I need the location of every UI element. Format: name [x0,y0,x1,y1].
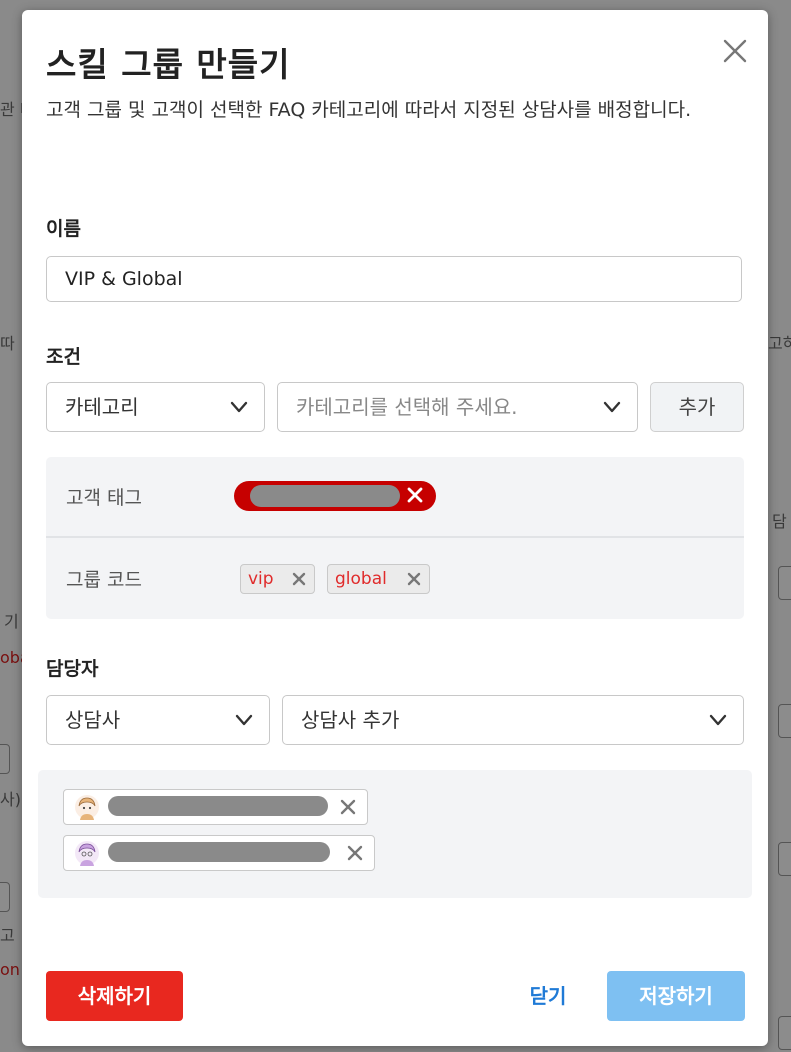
condition-type-select[interactable]: 카테고리 [46,382,265,432]
condition-panel: 고객 태그 그룹 코드 vip global [46,457,744,619]
background-text: 담 [772,512,787,531]
condition-type-value: 카테고리 [65,395,139,419]
agent-select[interactable]: 상담사 추가 [282,695,744,745]
customer-tag-label: 고객 태그 [66,487,142,509]
remove-tag-icon[interactable] [291,571,307,587]
create-skill-group-modal: 스킬 그룹 만들기 고객 그룹 및 고객이 선택한 FAQ 카테고리에 따라서 … [22,10,768,1046]
group-code-tag: vip [240,564,315,594]
remove-agent-icon[interactable] [339,798,357,816]
background-control [778,842,791,876]
background-text: 고 [0,926,15,945]
assignee-label: 담당자 [46,658,99,680]
delete-button[interactable]: 삭제하기 [46,971,183,1021]
chevron-down-icon [709,714,727,726]
divider [46,536,744,538]
category-select-placeholder: 카테고리를 선택해 주세요. [296,395,518,419]
background-control [778,704,791,738]
remove-agent-icon[interactable] [346,844,364,862]
chevron-down-icon [235,714,253,726]
remove-tag-icon[interactable] [404,484,426,506]
background-control [778,566,791,600]
background-control [778,1016,791,1050]
background-text: on [0,960,20,979]
chevron-down-icon [603,401,621,413]
chevron-down-icon [230,401,248,413]
avatar-icon [75,795,99,820]
group-code-label: 그룹 코드 [66,569,142,591]
avatar-icon [75,841,99,866]
background-text: 따 [0,334,15,353]
name-input[interactable]: VIP & Global [46,256,742,302]
name-label: 이름 [46,218,81,240]
add-condition-button[interactable]: 추가 [650,382,744,432]
agent-chip [63,835,375,871]
background-control [0,744,10,774]
close-text-button[interactable]: 닫기 [508,971,588,1021]
group-code-tag: global [327,564,430,594]
agent-chip [63,789,368,825]
background-text: 고하 [768,334,791,353]
redacted-text [108,796,328,816]
assignee-type-select[interactable]: 상담사 [46,695,270,745]
background-control [0,882,10,912]
background-text: 기 [4,612,19,631]
condition-label: 조건 [46,346,81,368]
modal-description: 고객 그룹 및 고객이 선택한 FAQ 카테고리에 따라서 지정된 상담사를 배… [46,99,692,121]
agent-select-placeholder: 상담사 추가 [301,708,400,732]
modal-title: 스킬 그룹 만들기 [46,45,291,84]
redacted-text [250,485,400,507]
redacted-text [108,842,330,862]
remove-tag-icon[interactable] [406,571,422,587]
assigned-agents-panel [38,770,752,898]
customer-tag-chip [234,481,436,511]
assignee-type-value: 상담사 [65,708,121,732]
close-icon [723,39,747,63]
group-code-tag-text: global [335,569,387,589]
category-select[interactable]: 카테고리를 선택해 주세요. [277,382,638,432]
save-button[interactable]: 저장하기 [607,971,745,1021]
close-button[interactable] [720,36,750,66]
group-code-tag-text: vip [248,569,274,589]
background-text: 사) [0,790,21,809]
